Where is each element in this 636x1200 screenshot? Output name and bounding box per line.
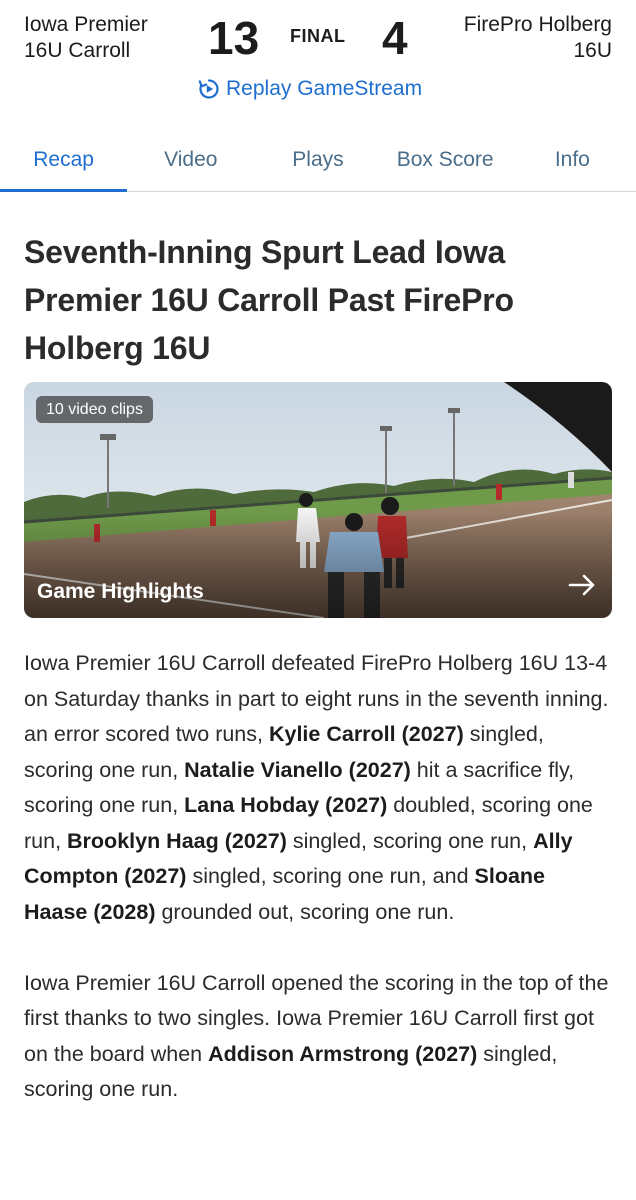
away-score: 4 [382, 12, 408, 64]
tab-video[interactable]: Video [127, 130, 254, 191]
recap-text: singled, scoring one run, [286, 828, 534, 853]
tab-info[interactable]: Info [509, 130, 636, 191]
away-team-line2: 16U [573, 39, 612, 62]
recap-paragraph-1: Iowa Premier 16U Carroll defeated FirePr… [24, 646, 614, 930]
home-team-line1: Iowa Premier [24, 13, 148, 36]
home-team-name[interactable]: Iowa Premier 16U Carroll [24, 12, 194, 64]
away-team-name[interactable]: FirePro Holberg 16U [422, 12, 612, 64]
recap-text: grounded out, scoring one run. [155, 899, 455, 924]
recap-body: Iowa Premier 16U Carroll defeated FirePr… [24, 646, 614, 1143]
away-team-line1: FirePro Holberg [463, 13, 612, 36]
player-name: Lana Hobday (2027) [184, 793, 388, 817]
tab-bar: Recap Video Plays Box Score Info [0, 130, 636, 192]
scoreboard: Iowa Premier 16U Carroll 13 FINAL 4 Fire… [0, 0, 636, 110]
player-name: Brooklyn Haag (2027) [67, 828, 287, 853]
player-name: Kylie Carroll (2027) [268, 722, 464, 746]
home-score: 13 [208, 12, 260, 64]
player-name: Addison Armstrong (2027) [208, 1041, 478, 1066]
replay-gamestream-link[interactable]: Replay GameStream [198, 74, 422, 104]
game-highlights-card[interactable]: 10 video clips Game Highlights [24, 382, 612, 618]
tab-plays[interactable]: Plays [254, 130, 381, 191]
home-team-line2: 16U Carroll [24, 39, 131, 62]
game-status: FINAL [290, 26, 346, 46]
highlights-title: Game Highlights [37, 580, 204, 603]
player-name: Natalie Vianello (2027) [184, 757, 411, 782]
article-headline: Seventh-Inning Spurt Lead Iowa Premier 1… [24, 234, 514, 366]
arrow-right-icon[interactable] [568, 573, 596, 602]
video-clips-badge: 10 video clips [36, 396, 153, 423]
recap-paragraph-2: Iowa Premier 16U Carroll opened the scor… [24, 966, 614, 1108]
tab-box-score[interactable]: Box Score [382, 130, 509, 191]
replay-label: Replay GameStream [226, 77, 423, 100]
recap-text: singled, scoring one run, and [186, 864, 475, 888]
replay-icon [198, 78, 220, 100]
tab-recap[interactable]: Recap [0, 130, 128, 192]
